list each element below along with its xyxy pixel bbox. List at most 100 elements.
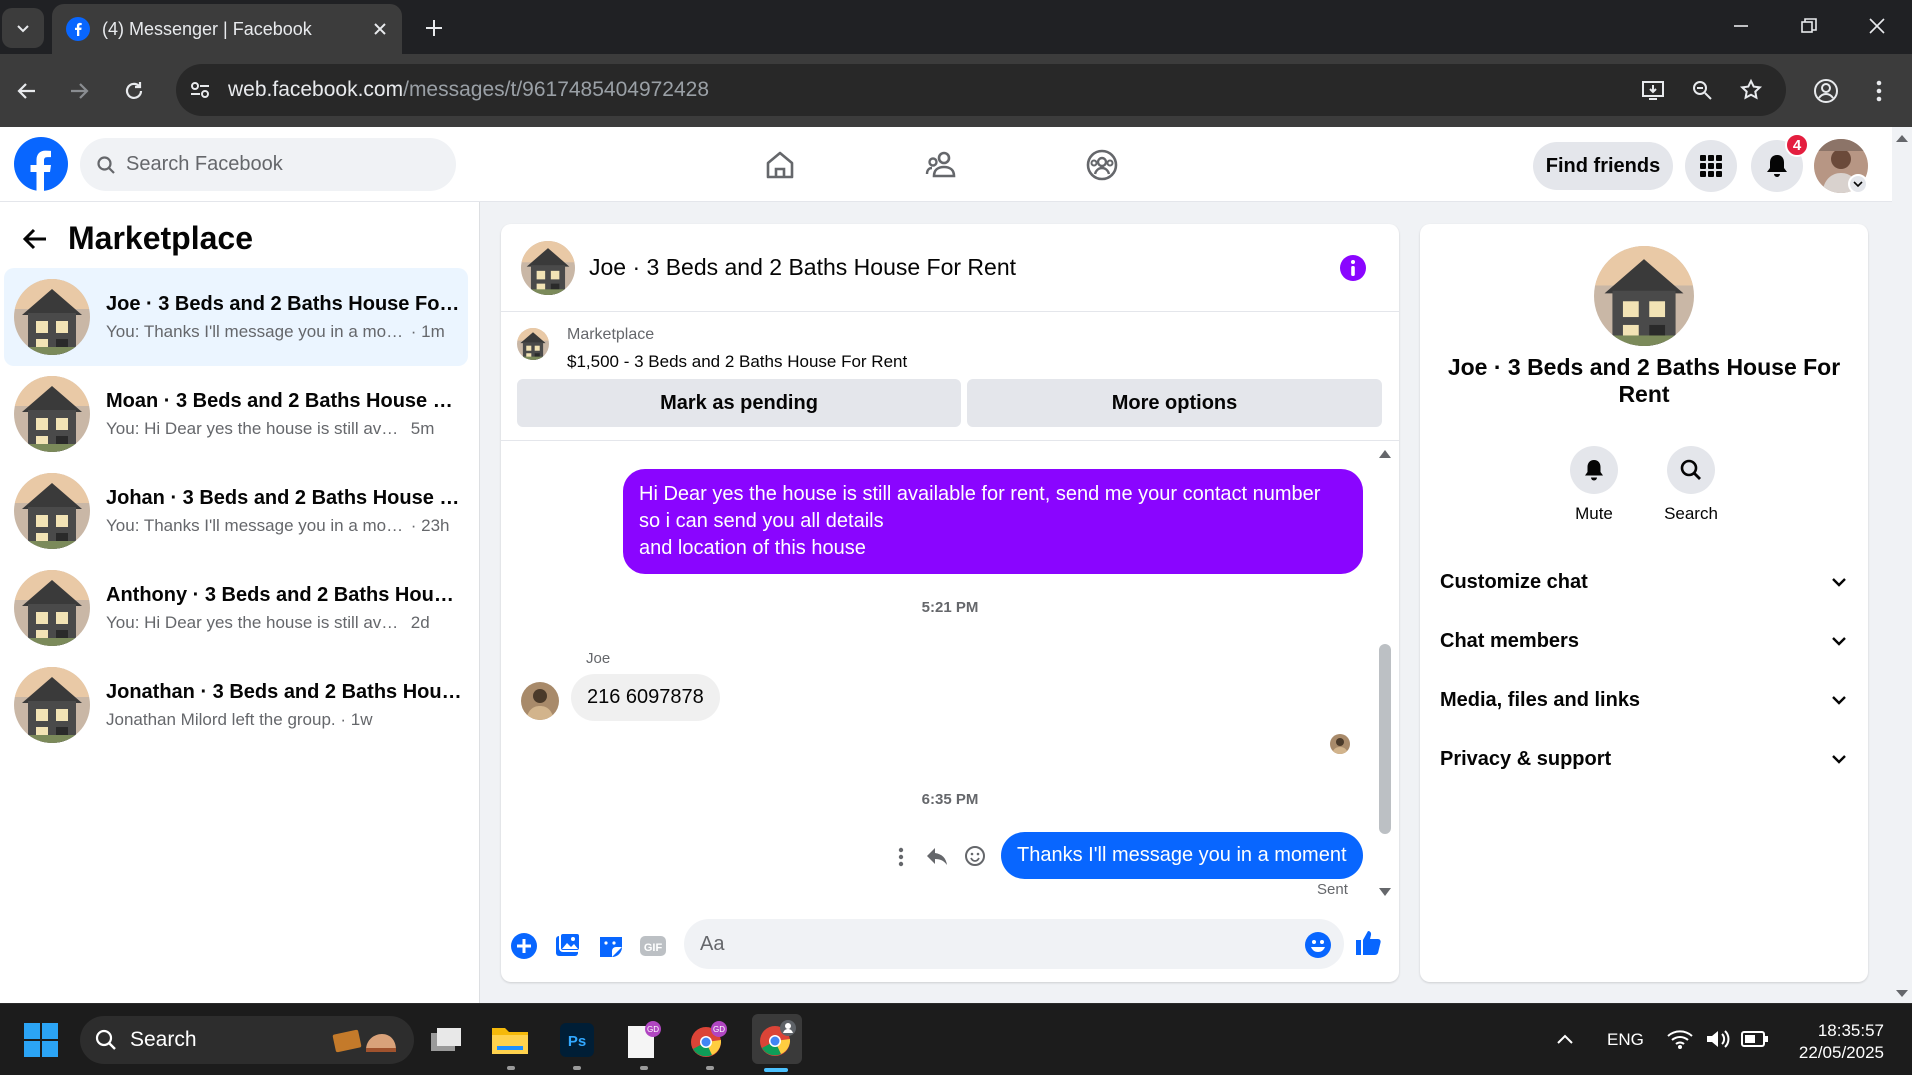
running-indicator bbox=[573, 1066, 581, 1070]
chat-title[interactable]: Joe · 3 Beds and 2 Baths House For Rent bbox=[589, 254, 1016, 281]
outgoing-message[interactable]: Thanks I'll message you in a moment bbox=[1001, 832, 1363, 879]
sticker-icon[interactable] bbox=[596, 931, 626, 961]
account-menu-caret[interactable] bbox=[1848, 174, 1868, 194]
url-text: web.facebook.com/messages/t/961748540497… bbox=[228, 78, 709, 102]
message-input[interactable] bbox=[700, 932, 1260, 956]
forward-button[interactable] bbox=[62, 74, 96, 108]
facebook-logo-icon[interactable] bbox=[14, 137, 68, 191]
gif-icon[interactable]: GIF bbox=[638, 931, 668, 961]
conversation-item-johan[interactable]: Johan · 3 Beds and 2 Baths House For Ren… bbox=[4, 462, 468, 560]
sidebar-header: Marketplace bbox=[20, 220, 253, 257]
conversation-item-anthony[interactable]: Anthony · 3 Beds and 2 Baths House For R… bbox=[4, 559, 468, 657]
sender-avatar[interactable] bbox=[521, 682, 559, 720]
install-app-icon[interactable] bbox=[1641, 78, 1665, 102]
mute-button[interactable]: Mute bbox=[1554, 446, 1634, 524]
page-scrollbar[interactable] bbox=[1892, 127, 1912, 1003]
media-files-links-row[interactable]: Media, files and links bbox=[1440, 678, 1848, 722]
tab-list-button[interactable] bbox=[2, 8, 44, 48]
back-arrow-icon[interactable] bbox=[20, 224, 50, 254]
facebook-search[interactable] bbox=[80, 138, 456, 191]
file-explorer-app[interactable] bbox=[488, 1018, 532, 1062]
marketplace-listing[interactable]: Marketplace $1,500 - 3 Beds and 2 Baths … bbox=[517, 326, 907, 372]
mark-as-pending-button[interactable]: Mark as pending bbox=[517, 379, 961, 427]
running-indicator bbox=[507, 1066, 515, 1070]
search-in-conversation-button[interactable]: Search bbox=[1651, 446, 1731, 524]
friends-nav[interactable] bbox=[917, 141, 965, 189]
conversation-item-joe[interactable]: Joe · 3 Beds and 2 Baths House For Rent … bbox=[4, 268, 468, 366]
url-path: /messages/t/9617485404972428 bbox=[403, 78, 710, 101]
input-language[interactable]: ENG bbox=[1607, 1030, 1644, 1050]
groups-nav[interactable] bbox=[1078, 141, 1126, 189]
more-actions-icon[interactable] bbox=[897, 846, 905, 868]
back-button[interactable] bbox=[10, 74, 44, 108]
new-tab-button[interactable] bbox=[418, 12, 450, 44]
chevron-down-icon bbox=[17, 25, 29, 33]
task-view-button[interactable] bbox=[424, 1018, 468, 1062]
outgoing-message[interactable]: Hi Dear yes the house is still available… bbox=[623, 469, 1363, 574]
plus-circle-icon[interactable] bbox=[509, 931, 539, 961]
scroll-down-icon[interactable] bbox=[1892, 987, 1912, 1001]
restore-button[interactable] bbox=[1784, 8, 1834, 44]
chat-scroll-down-icon[interactable] bbox=[1377, 886, 1393, 898]
minimize-icon bbox=[1734, 25, 1748, 27]
emoji-icon[interactable] bbox=[1304, 931, 1332, 959]
customize-chat-row[interactable]: Customize chat bbox=[1440, 560, 1848, 604]
conversation-preview: You: Hi Dear yes the house is still avai… bbox=[106, 418, 406, 438]
bookmark-star-icon[interactable] bbox=[1739, 78, 1763, 102]
start-button[interactable] bbox=[19, 1018, 63, 1062]
zoom-icon[interactable] bbox=[1690, 78, 1714, 102]
conversation-name: Moan · 3 Beds and 2 Baths House For Rent bbox=[106, 389, 462, 412]
scroll-up-icon[interactable] bbox=[1892, 131, 1912, 145]
browser-menu-button[interactable] bbox=[1862, 74, 1896, 108]
notes-app[interactable]: GD bbox=[620, 1018, 664, 1062]
battery-icon[interactable] bbox=[1741, 1030, 1769, 1048]
find-friends-button[interactable]: Find friends bbox=[1533, 142, 1673, 190]
task-view-icon bbox=[431, 1028, 461, 1051]
listing-source: Marketplace bbox=[567, 326, 655, 343]
info-icon[interactable] bbox=[1339, 254, 1367, 282]
minimize-button[interactable] bbox=[1716, 8, 1766, 44]
close-window-button[interactable] bbox=[1852, 8, 1902, 44]
home-nav[interactable] bbox=[756, 141, 804, 189]
chrome-app-profile-gd[interactable]: GD bbox=[686, 1018, 730, 1062]
system-clock[interactable]: 18:35:57 22/05/2025 bbox=[1780, 1020, 1884, 1064]
document-icon: GD bbox=[628, 1021, 661, 1058]
close-tab-icon[interactable] bbox=[372, 21, 388, 37]
photoshop-app[interactable]: Ps bbox=[555, 1018, 599, 1062]
conversation-info-panel: Joe · 3 Beds and 2 Baths House For Rent … bbox=[1420, 224, 1868, 982]
profile-button[interactable] bbox=[1809, 74, 1843, 108]
wifi-icon[interactable] bbox=[1667, 1028, 1693, 1050]
incoming-message[interactable]: 216 6097878 bbox=[571, 674, 720, 721]
svg-text:GIF: GIF bbox=[644, 942, 663, 954]
conversation-item-moan[interactable]: Moan · 3 Beds and 2 Baths House For Rent… bbox=[4, 365, 468, 463]
reply-icon[interactable] bbox=[925, 845, 949, 867]
url-host: web.facebook.com bbox=[228, 78, 404, 101]
search-input[interactable] bbox=[126, 153, 426, 176]
volume-icon[interactable] bbox=[1705, 1028, 1731, 1050]
attach-image-icon[interactable] bbox=[553, 931, 583, 961]
message-line: so i can send you all details bbox=[639, 510, 884, 532]
react-emoji-icon[interactable] bbox=[964, 845, 986, 867]
more-options-button[interactable]: More options bbox=[967, 379, 1382, 427]
running-indicator bbox=[640, 1066, 648, 1070]
svg-text:GD: GD bbox=[713, 1025, 725, 1034]
chevron-up-icon[interactable] bbox=[1556, 1032, 1574, 1046]
message-input-field[interactable] bbox=[684, 919, 1344, 969]
search-icon bbox=[95, 1029, 116, 1050]
chat-avatar[interactable] bbox=[521, 241, 575, 295]
chat-scroll-up-icon[interactable] bbox=[1377, 448, 1393, 460]
site-settings-icon[interactable] bbox=[188, 78, 212, 102]
taskbar-search[interactable]: Search bbox=[80, 1016, 414, 1064]
reload-button[interactable] bbox=[117, 74, 151, 108]
message-status: Sent bbox=[1317, 881, 1348, 898]
chat-members-row[interactable]: Chat members bbox=[1440, 619, 1848, 663]
menu-button[interactable] bbox=[1685, 140, 1737, 192]
conversation-item-jonathan[interactable]: Jonathan · 3 Beds and 2 Baths House For … bbox=[4, 656, 468, 754]
house-thumbnail-image bbox=[517, 328, 549, 360]
like-thumbs-up-icon[interactable] bbox=[1353, 928, 1383, 958]
sidebar-title: Marketplace bbox=[68, 220, 253, 256]
chrome-app-active[interactable] bbox=[752, 1014, 802, 1064]
privacy-support-row[interactable]: Privacy & support bbox=[1440, 737, 1848, 781]
address-bar[interactable]: web.facebook.com/messages/t/961748540497… bbox=[176, 64, 1786, 116]
browser-tab[interactable]: (4) Messenger | Facebook bbox=[52, 4, 402, 54]
